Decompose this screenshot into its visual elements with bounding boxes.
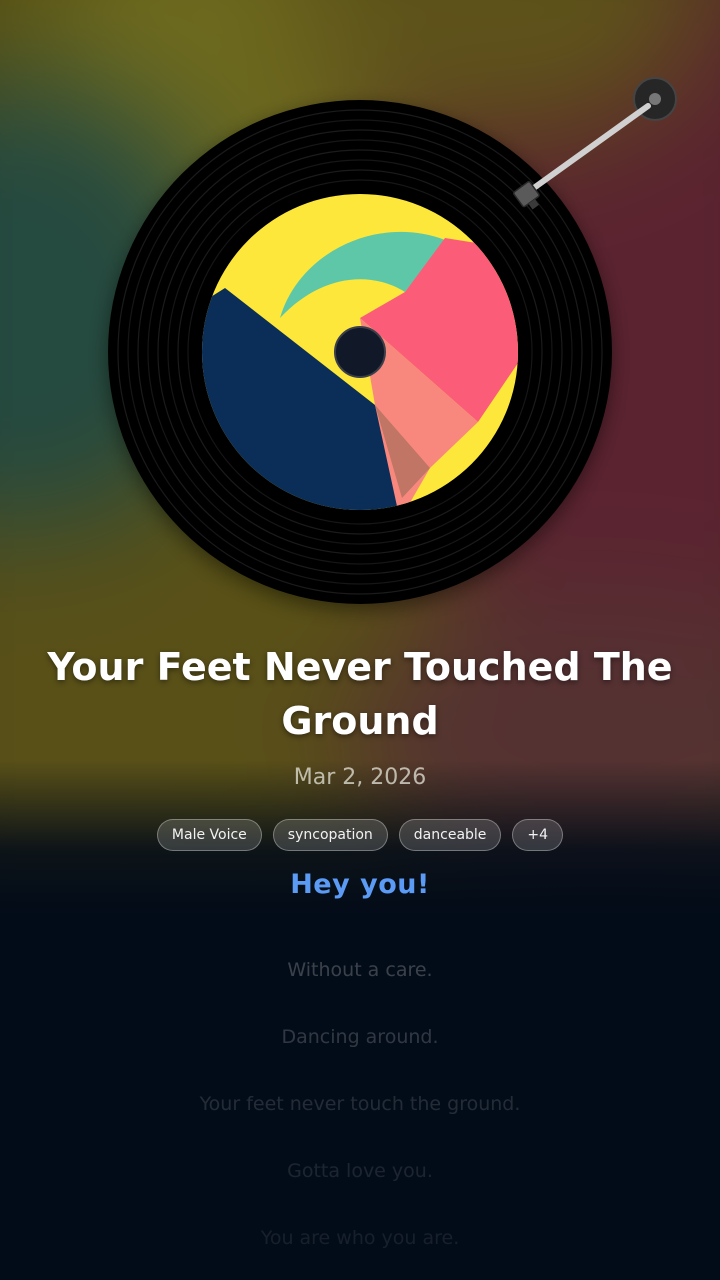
tag-danceable[interactable]: danceable bbox=[398, 819, 502, 851]
tag-male-voice[interactable]: Male Voice bbox=[156, 819, 262, 851]
song-title: Your Feet Never Touched The Ground bbox=[47, 645, 673, 743]
more-tags-button[interactable]: +4 bbox=[512, 819, 564, 851]
turntable bbox=[108, 77, 677, 604]
tag-syncopation[interactable]: syncopation bbox=[272, 819, 388, 851]
lyric-line[interactable]: Without a care. bbox=[0, 955, 720, 985]
release-date: Mar 2, 2026 bbox=[293, 765, 427, 790]
lyric-line[interactable]: Dancing around. bbox=[0, 1022, 720, 1052]
lyrics-view[interactable]: Hey you! Without a care. Dancing around.… bbox=[0, 860, 720, 1253]
spindle-hole bbox=[334, 326, 386, 378]
lyric-line[interactable]: Gotta love you. bbox=[0, 1156, 720, 1186]
lyric-line[interactable]: Your feet never touch the ground. bbox=[0, 1089, 720, 1119]
tonearm-icon[interactable] bbox=[513, 77, 677, 213]
now-playing-screen: Your Feet Never Touched The Ground Mar 2… bbox=[0, 0, 720, 1280]
lyric-line[interactable]: You are who you are. bbox=[0, 1223, 720, 1253]
tag-list: Male Voice syncopation danceable +4 bbox=[0, 819, 720, 851]
current-lyric-line[interactable]: Hey you! bbox=[0, 860, 720, 910]
